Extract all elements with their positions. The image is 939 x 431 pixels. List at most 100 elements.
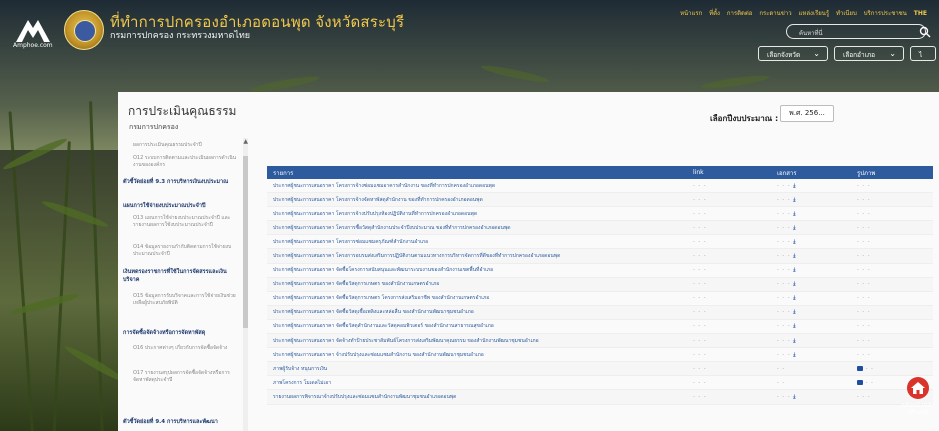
sidebar-item[interactable]: ผลการประเมินคุณธรรมประจำปี	[133, 142, 238, 149]
sidebar-item[interactable]: O15 ข้อมูลการรับบริจาคและการใช้จ่ายเงินช…	[133, 293, 238, 307]
page-subtitle: กรมการปกครอง	[129, 123, 179, 131]
row-document[interactable]: - - - ⤓	[771, 347, 851, 363]
row-document[interactable]: - - - ⤓	[771, 277, 851, 292]
row-title-link[interactable]: ประกาศผู้ชนะการเสนอราคา จัดซื้อโครงการสน…	[267, 263, 687, 278]
chevron-down-icon: ⌄	[889, 49, 896, 58]
row-title-link[interactable]: ประกาศผู้ชนะการเสนอราคา โครงการซื้อวัสดุ…	[267, 220, 687, 236]
row-image: - - -	[851, 248, 933, 264]
row-image[interactable]: - -	[851, 361, 933, 377]
download-icon[interactable]: ⤓	[793, 295, 796, 301]
row-link: - - -	[687, 361, 771, 377]
download-icon[interactable]: ⤓	[793, 394, 796, 400]
table-row: ประกาศผู้ชนะการเสนอราคา โครงการอบรมส่งเส…	[267, 248, 933, 264]
sidebar-scroll-thumb[interactable]	[243, 156, 248, 328]
row-image: - - -	[851, 206, 933, 222]
download-icon[interactable]: ⤓	[793, 281, 796, 287]
row-link: - - -	[687, 192, 771, 208]
row-title-link[interactable]: ประกาศผู้ชนะการเสนอราคา จ้างปรับปรุงและซ…	[267, 347, 687, 363]
top-link[interactable]: ที่ตั้ง	[709, 10, 720, 17]
row-document[interactable]: - - - ⤓	[771, 291, 851, 306]
top-link[interactable]: หน้าแรก	[680, 10, 702, 17]
row-image: - - -	[851, 263, 933, 278]
year-select[interactable]: พ.ศ. 256...	[780, 105, 834, 122]
row-title-link[interactable]: ประกาศผู้ชนะการเสนอราคา โครงการจ้างจัดหา…	[267, 192, 687, 208]
top-link[interactable]: กระดานข่าว	[759, 10, 791, 17]
row-document[interactable]: - - - ⤓	[771, 248, 851, 264]
download-icon[interactable]: ⤓	[793, 267, 796, 273]
chevron-down-icon: ⌄	[813, 49, 820, 58]
row-title-link[interactable]: ประกาศผู้ชนะการเสนอราคา โครงการจ้างซ่อมแ…	[267, 179, 687, 194]
search-input[interactable]: ค้นหาที่นี่	[786, 24, 931, 39]
row-document[interactable]: - - - ⤓	[771, 179, 851, 194]
row-title-link[interactable]: ประกาศผู้ชนะการเสนอราคา จัดซื้อวัสดุสำนั…	[267, 319, 687, 335]
sidebar-item[interactable]: O12 ระบบการติดตามและประเมินผลการดำเนินงา…	[133, 155, 238, 169]
download-icon[interactable]: ⤓	[793, 338, 796, 344]
row-title-link[interactable]: ประกาศผู้ชนะการเสนอราคา โครงการจ้างปรับป…	[267, 206, 687, 222]
download-icon[interactable]: ⤓	[793, 239, 796, 245]
row-document[interactable]: - - - ⤓	[771, 333, 851, 349]
row-document: - -	[771, 375, 851, 391]
scroll-up-icon[interactable]: ▲	[243, 138, 248, 145]
row-document[interactable]: - - - ⤓	[771, 305, 851, 320]
top-link[interactable]: แหล่งเรียนรู้	[799, 10, 830, 17]
row-title-link[interactable]: ภาพผู้รับจ้าง หนุนการเงิน	[267, 361, 687, 377]
search-placeholder: ค้นหาที่นี่	[799, 30, 823, 37]
row-title-link[interactable]: ประกาศผู้ชนะการเสนอราคา จัดซื้อวัสดุการเ…	[267, 277, 687, 292]
district-select[interactable]: เลือกอำเภอ ⌄	[834, 46, 904, 61]
sidebar-item[interactable]: O16 ประกาศต่างๆ เกี่ยวกับการจัดซื้อจัดจ้…	[133, 345, 238, 352]
row-title-link[interactable]: ประกาศผู้ชนะการเสนอราคา จัดซื้อวัสดุเชื้…	[267, 305, 687, 320]
download-icon[interactable]: ⤓	[793, 183, 796, 189]
row-title-link[interactable]: ประกาศผู้ชนะการเสนอราคา โครงการซ่อมแซมคร…	[267, 234, 687, 250]
top-link[interactable]: การติดต่อ	[727, 10, 753, 17]
province-select[interactable]: เลือกจังหวัด ⌄	[758, 46, 828, 61]
page-title: การประเมินคุณธรรม	[128, 104, 237, 118]
row-document[interactable]: - - - ⤓	[771, 319, 851, 335]
logo-text: Amphoe.com	[13, 42, 53, 49]
top-link[interactable]: ทำเนียบ	[836, 10, 857, 17]
home-button[interactable]	[907, 377, 929, 399]
sidebar-heading: ตัวชี้วัดย่อยที่ 9.3 การบริหารเงินงบประม…	[123, 179, 229, 185]
row-link: - - -	[687, 248, 771, 264]
row-document[interactable]: - - - ⤓	[771, 206, 851, 222]
row-document[interactable]: - - - ⤓	[771, 220, 851, 236]
amphoe-logo-icon[interactable]	[14, 14, 52, 44]
row-title-link[interactable]: ภาพโครงการ โมเดลไม่เอา	[267, 375, 687, 391]
image-icon[interactable]	[857, 365, 863, 371]
row-title-link[interactable]: ประกาศผู้ชนะการเสนอราคา จัดซื้อวัสดุการเ…	[267, 291, 687, 306]
download-icon[interactable]: ⤓	[793, 323, 796, 329]
row-link: - - -	[687, 179, 771, 194]
image-icon[interactable]	[857, 379, 863, 385]
content-card: การประเมินคุณธรรม กรมการปกครอง เลือกปีงบ…	[118, 92, 939, 431]
top-link[interactable]: THE	[914, 10, 927, 17]
row-image: - - -	[851, 291, 933, 306]
download-icon[interactable]: ⤓	[793, 352, 796, 358]
sidebar-heading: แผนการใช้จ่ายงบประมาณประจำปี	[123, 203, 206, 209]
download-icon[interactable]: ⤓	[793, 225, 796, 231]
download-icon[interactable]: ⤓	[793, 197, 796, 203]
row-document[interactable]: - - - ⤓	[771, 192, 851, 208]
row-document[interactable]: - - - ⤓	[771, 234, 851, 250]
table-header: รายการ link เอกสาร รูปภาพ	[267, 166, 933, 179]
sidebar-item[interactable]: O17 รายงานสรุปผลการจัดซื้อจัดจ้างหรือการ…	[133, 370, 238, 384]
row-document[interactable]: - - - ⤓	[771, 263, 851, 278]
sidebar-item[interactable]: O14 ข้อมูลรายงานกำกับติดตามการใช้จ่ายงบป…	[133, 244, 238, 258]
table-row: ประกาศผู้ชนะการเสนอราคา จัดซื้อวัสดุการเ…	[267, 291, 933, 306]
extra-button[interactable]: ไ	[910, 46, 936, 61]
col-header-link: link	[687, 166, 771, 179]
row-title-link[interactable]: ประกาศผู้ชนะการเสนอราคา จัดจ้างทำป้ายประ…	[267, 333, 687, 349]
top-link[interactable]: บริการประชาชน	[864, 10, 907, 17]
row-document[interactable]: - - - ⤓	[771, 389, 851, 405]
search-icon[interactable]	[919, 26, 931, 38]
download-icon[interactable]: ⤓	[793, 211, 796, 217]
document-table: รายการ link เอกสาร รูปภาพ ประกาศผู้ชนะกา…	[267, 166, 933, 405]
row-link: - - -	[687, 291, 771, 306]
row-link: - - -	[687, 277, 771, 292]
download-icon[interactable]: ⤓	[793, 253, 796, 259]
download-icon[interactable]: ⤓	[793, 309, 796, 315]
row-image: - - -	[851, 305, 933, 320]
table-row: ภาพโครงการ โมเดลไม่เอา - - -- - - -	[267, 375, 933, 391]
row-title-link[interactable]: รายงานผลการพิจารณาจ้างปรับปรุงและซ่อมแซม…	[267, 389, 687, 405]
col-header-image: รูปภาพ	[851, 166, 933, 179]
row-title-link[interactable]: ประกาศผู้ชนะการเสนอราคา โครงการอบรมส่งเส…	[267, 248, 687, 264]
sidebar-item[interactable]: O13 แผนการใช้จ่ายงบประมาณประจำปี และรายง…	[133, 215, 238, 229]
